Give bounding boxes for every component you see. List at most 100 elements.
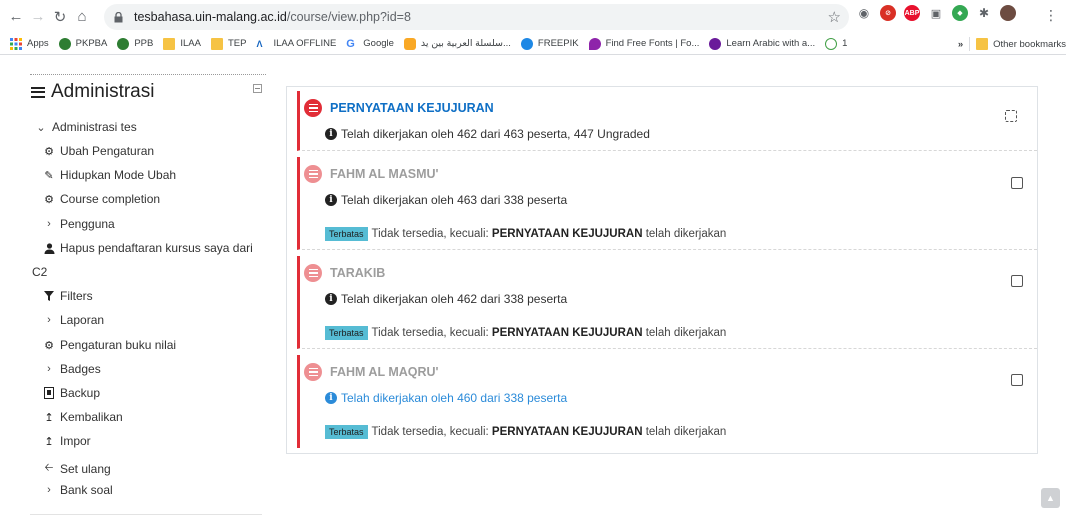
tree-item-badges[interactable]: › Badges (42, 362, 101, 376)
bookmark-arabic-series[interactable]: سلسلة العربية بين يد... (403, 37, 511, 50)
bookmark-ilaa[interactable]: ILAA (163, 37, 201, 50)
tree-item-buku-nilai[interactable]: ⚙ Pengaturan buku nilai (42, 338, 176, 352)
bookmark-apps[interactable]: Apps (10, 37, 49, 50)
forward-arrow-icon[interactable]: → (27, 6, 49, 28)
ilaa-logo-icon: Λ (256, 38, 263, 49)
restricted-badge: Terbatas (325, 227, 368, 241)
bookmark-label: ILAA (180, 38, 201, 49)
tree-item-course-completion[interactable]: ⚙ Course completion (42, 192, 160, 206)
activity-title-link[interactable]: FAHM AL MAQRU' (330, 365, 439, 379)
url-text: tesbahasa.uin-malang.ac.id/course/view.p… (134, 10, 411, 24)
bookmarks-right: » Other bookmarks (951, 33, 1066, 54)
folder-icon (976, 38, 989, 50)
tree-item-pengguna[interactable]: › Pengguna (42, 217, 115, 231)
restriction-activity: PERNYATAAN KEJUJURAN (491, 228, 643, 240)
attempt-text: Telah dikerjakan oleh 462 dari 338 peser… (341, 292, 568, 306)
activity-title-link[interactable]: PERNYATAAN KEJUJURAN (330, 101, 494, 115)
bookmark-star-icon[interactable]: ☆ (828, 8, 841, 26)
block-icon[interactable]: ⊘ (880, 5, 896, 21)
activity-title-link[interactable]: FAHM AL MASMU' (330, 167, 439, 181)
bookmark-learn-arabic[interactable]: Learn Arabic with a... (709, 37, 815, 50)
tree-item-mode-ubah[interactable]: ✎ Hidupkan Mode Ubah (42, 168, 176, 182)
gem-icon[interactable]: ◆ (952, 5, 968, 21)
circle-site-icon (825, 37, 838, 50)
bookmark-one[interactable]: 1 (825, 37, 848, 50)
bookmark-ilaa-offline[interactable]: Λ ILAA OFFLINE (256, 38, 336, 50)
cast-icon[interactable]: ▣ (928, 5, 944, 21)
bookmark-label: PKPBA (75, 38, 108, 49)
tree-item-set-ulang[interactable]: 🡠 Set ulang (42, 459, 111, 478)
tree-item-laporan[interactable]: › Laporan (42, 313, 104, 327)
more-bookmarks-button[interactable]: » (958, 39, 963, 50)
bookmark-google[interactable]: G Google (346, 38, 394, 50)
tree-item-label: Bank soal (60, 483, 113, 497)
puzzle-icon[interactable]: ✱ (976, 5, 992, 21)
tree-item-kembalikan[interactable]: ↥ Kembalikan (42, 410, 123, 424)
tree-item-label: Hidupkan Mode Ubah (60, 168, 177, 182)
activity-title-link[interactable]: TARAKIB (330, 266, 385, 280)
folder-icon (163, 37, 176, 50)
tree-item-filters[interactable]: Filters (42, 289, 93, 303)
bookmark-label: 1 (842, 38, 848, 49)
upload-icon: ↥ (44, 435, 54, 448)
bookmark-tep[interactable]: TEP (210, 37, 246, 50)
tree-item-impor[interactable]: ↥ Impor (42, 434, 91, 448)
adblock-icon[interactable]: ABP (904, 5, 920, 21)
activity-attempt-info[interactable]: i Telah dikerjakan oleh 460 dari 338 pese… (325, 391, 567, 405)
bookmark-label: Other bookmarks (993, 38, 1066, 50)
chevron-down-icon: ⌄ (36, 121, 46, 134)
collapse-block-icon[interactable] (253, 84, 262, 93)
sidebar-divider (30, 514, 262, 515)
restriction-notice: Terbatas Tidak tersedia, kecuali: PERNYAT… (325, 326, 726, 340)
freepik-icon (520, 37, 533, 50)
info-icon: i (325, 392, 337, 404)
completion-checkbox[interactable] (1011, 374, 1023, 386)
bookmark-pkpba[interactable]: PKPBA (58, 37, 108, 50)
activity-attempt-info: i Telah dikerjakan oleh 462 dari 338 pese… (325, 292, 567, 306)
tree-item-label: Course completion (60, 192, 161, 206)
globe-icon[interactable]: ◉ (856, 5, 872, 21)
green-logo-icon (58, 37, 71, 50)
address-bar[interactable]: tesbahasa.uin-malang.ac.id/course/view.p… (104, 4, 849, 30)
bookmark-find-free-fonts[interactable]: Find Free Fonts | Fo... (588, 37, 700, 50)
bookmark-label: ILAA OFFLINE (273, 38, 337, 49)
tree-item-label: Laporan (60, 313, 105, 327)
tree-item-label: Impor (60, 434, 91, 448)
restriction-suffix: telah dikerjakan (645, 426, 727, 438)
quiz-icon (304, 99, 322, 117)
tree-item-backup[interactable]: Backup (42, 386, 100, 400)
google-icon: G (346, 37, 355, 50)
back-arrow-icon[interactable]: ← (5, 6, 27, 28)
attempt-text: Telah dikerjakan oleh 462 dari 463 peser… (341, 127, 650, 141)
tree-item-c2[interactable]: C2 (32, 265, 47, 279)
chevron-right-icon: › (47, 363, 51, 375)
chevron-right-icon: › (47, 484, 51, 496)
fonts-site-icon (588, 37, 601, 50)
filter-icon (42, 291, 56, 301)
tree-item-hapus-pendaftaran[interactable]: Hapus pendaftaran kursus saya dari (42, 241, 253, 255)
extension-icons: ◉ ⊘ ABP ▣ ◆ ✱ (856, 5, 1016, 21)
tree-item-bank-soal[interactable]: › Bank soal (42, 483, 113, 497)
admin-block-header: Administrasi (31, 81, 154, 103)
bookmark-freepik[interactable]: FREEPIK (520, 37, 579, 50)
other-bookmarks-button[interactable]: Other bookmarks (976, 38, 1066, 50)
bookmark-ppb[interactable]: PPB (117, 37, 153, 50)
reload-icon[interactable]: ↻ (49, 6, 71, 28)
url-path: /course/view.php?id=8 (286, 10, 411, 24)
gear-icon: ⚙ (44, 339, 54, 352)
tree-item-administrasi-tes[interactable]: ⌄ Administrasi tes (34, 120, 136, 134)
completion-checkbox[interactable] (1005, 110, 1017, 122)
admin-block-title: Administrasi (51, 81, 155, 102)
home-icon[interactable]: ⌂ (71, 6, 93, 28)
tree-item-label: Kembalikan (60, 410, 123, 424)
bookmark-label: Find Free Fonts | Fo... (605, 38, 700, 49)
completion-checkbox[interactable] (1011, 275, 1023, 287)
back-to-top-button[interactable]: ▲ (1041, 488, 1060, 508)
completion-checkbox[interactable] (1011, 177, 1023, 189)
restricted-badge: Terbatas (325, 326, 368, 340)
tree-item-label: Badges (60, 362, 101, 376)
browser-menu-icon[interactable]: ⋮ (1044, 7, 1058, 24)
tree-item-ubah-pengaturan[interactable]: ⚙ Ubah Pengaturan (42, 144, 154, 158)
avatar[interactable] (1000, 5, 1016, 21)
learn-arabic-icon (709, 37, 722, 50)
